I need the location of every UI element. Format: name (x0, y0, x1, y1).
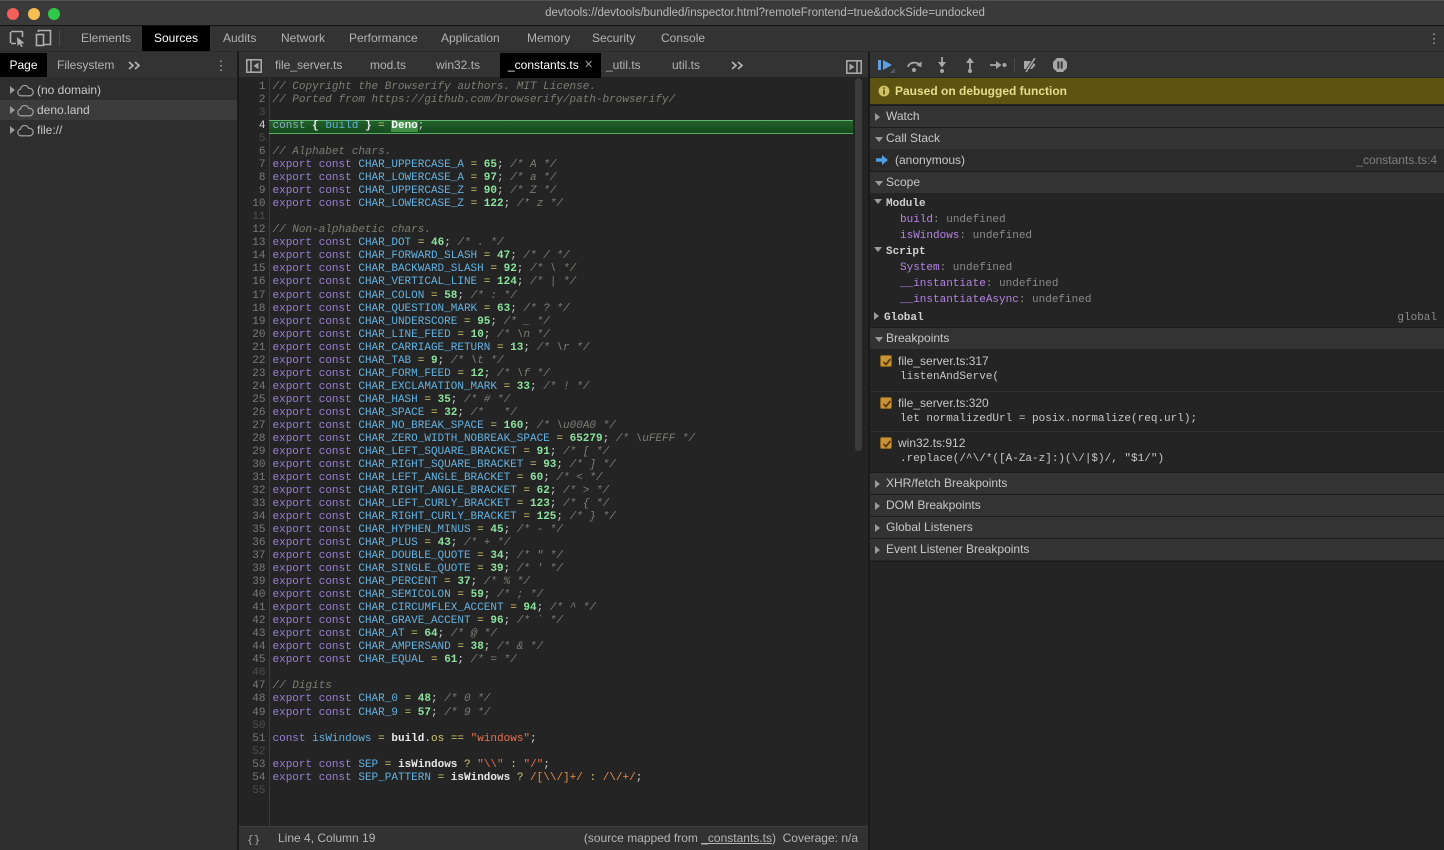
svg-text:{}: {} (247, 835, 260, 845)
